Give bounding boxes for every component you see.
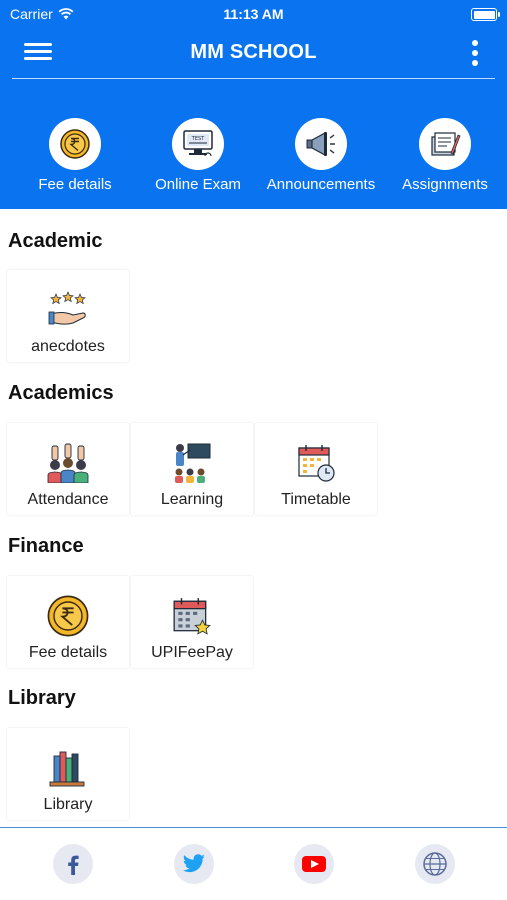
dashboard-content: Academic anecdotes Academics Attendance … — [0, 209, 507, 827]
tile-anecdotes[interactable]: anecdotes — [7, 270, 129, 362]
tile-label: anecdotes — [31, 338, 105, 355]
tile-label: Learning — [160, 491, 224, 508]
stars-hand-icon — [7, 288, 129, 332]
calendar-clock-icon — [255, 441, 377, 485]
quick-action-assignments[interactable]: Assignments — [380, 118, 507, 193]
facebook-icon[interactable] — [53, 844, 93, 884]
classroom-icon — [131, 441, 253, 485]
battery-icon — [471, 8, 500, 21]
section-title-finance: Finance — [8, 535, 84, 557]
rupee-coin-icon — [7, 594, 129, 638]
header-divider — [12, 78, 495, 79]
quick-action-fee-details[interactable]: Fee details — [10, 118, 140, 193]
quick-action-label: Announcements — [266, 176, 376, 193]
tile-library[interactable]: Library — [7, 728, 129, 820]
status-bar: Carrier 11:13 AM — [0, 4, 507, 24]
books-icon — [7, 746, 129, 790]
tile-upifeepay[interactable]: UPIFeePay — [131, 576, 253, 668]
rupee-coin-icon — [49, 118, 101, 170]
tile-fee-details[interactable]: Fee details — [7, 576, 129, 668]
status-time: 11:13 AM — [223, 6, 284, 22]
online-test-icon: TEST — [172, 118, 224, 170]
assignment-icon — [419, 118, 471, 170]
quick-actions: Fee details TEST Online Exam Announcemen… — [0, 118, 507, 198]
youtube-icon[interactable] — [294, 844, 334, 884]
social-footer — [0, 827, 507, 900]
tile-timetable[interactable]: Timetable — [255, 423, 377, 515]
calendar-star-icon — [131, 594, 253, 638]
section-title-academics: Academics — [8, 382, 114, 404]
quick-action-label: Assignments — [402, 176, 488, 193]
page-title: MM SCHOOL — [190, 41, 317, 63]
section-title-academic: Academic — [8, 230, 103, 252]
quick-action-online-exam[interactable]: TEST Online Exam — [133, 118, 263, 193]
globe-icon[interactable] — [415, 844, 455, 884]
app-header: Carrier 11:13 AM MM SCHOOL Fee details T… — [0, 0, 507, 209]
navbar: MM SCHOOL — [0, 28, 507, 78]
quick-action-label: Fee details — [38, 176, 112, 193]
tile-label: UPIFeePay — [151, 644, 233, 661]
tile-label: Attendance — [27, 491, 109, 508]
tile-label: Library — [43, 796, 93, 813]
section-title-library: Library — [8, 687, 76, 709]
svg-text:TEST: TEST — [191, 136, 205, 142]
tile-label: Timetable — [281, 491, 351, 508]
quick-action-label: Online Exam — [155, 176, 241, 193]
more-options-icon[interactable] — [471, 38, 479, 68]
megaphone-icon — [295, 118, 347, 170]
tile-attendance[interactable]: Attendance — [7, 423, 129, 515]
quick-action-announcements[interactable]: Announcements — [256, 118, 386, 193]
tile-label: Fee details — [28, 644, 108, 661]
tile-learning[interactable]: Learning — [131, 423, 253, 515]
twitter-icon[interactable] — [174, 844, 214, 884]
raised-hands-icon — [7, 441, 129, 485]
